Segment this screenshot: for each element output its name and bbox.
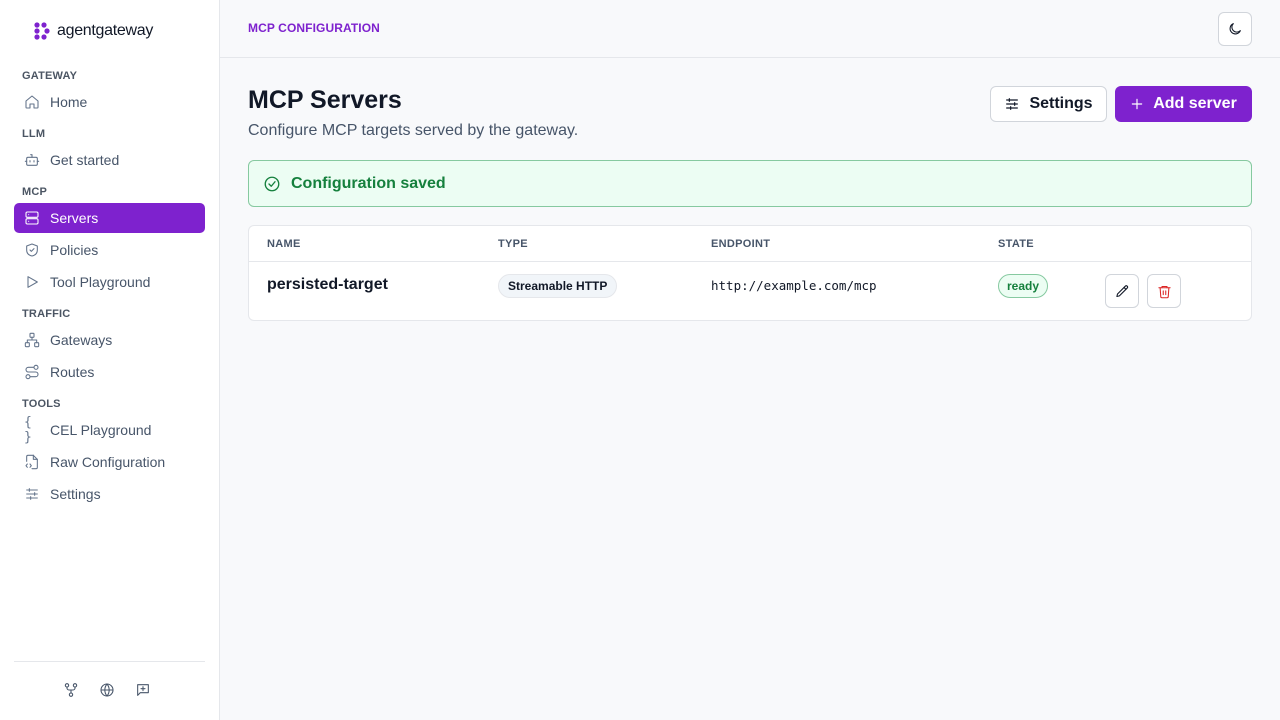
globe-icon[interactable] [98,680,116,700]
section-title-tools: TOOLS [22,398,61,410]
alert-text: Configuration saved [291,174,446,192]
settings-button-label: Settings [1029,95,1093,112]
sidebar-item-label: CEL Playground [50,422,152,438]
sidebar-item-gateways[interactable]: Gateways [14,325,205,355]
check-circle-icon [264,176,280,191]
top-bar: MCP CONFIGURATION [220,0,1280,58]
sidebar-item-label: Get started [50,152,120,168]
home-icon [24,94,40,110]
network-icon [24,332,40,348]
sidebar-item-label: Routes [50,364,95,380]
shield-check-icon [24,242,40,258]
page-title: MCP Servers [248,86,402,114]
breadcrumb: MCP CONFIGURATION [248,21,380,35]
pencil-icon [1115,284,1128,297]
table-header: NAME TYPE ENDPOINT STATE [249,226,1251,262]
column-header-endpoint: ENDPOINT [711,238,771,250]
settings-button[interactable]: Settings [990,86,1107,122]
sidebar-item-label: Tool Playground [50,274,151,290]
sidebar-item-label: Settings [50,486,101,502]
sidebar-item-cel-playground[interactable]: { } CEL Playground [14,415,205,445]
sidebar-item-policies[interactable]: Policies [14,235,205,265]
servers-table: NAME TYPE ENDPOINT STATE persisted-targe… [248,225,1252,321]
section-title-gateway: GATEWAY [22,70,78,82]
sidebar-item-tool-playground[interactable]: Tool Playground [14,267,205,297]
section-title-traffic: TRAFFIC [22,308,71,320]
file-code-icon [24,454,40,470]
column-header-type: TYPE [498,238,528,250]
bot-icon [24,152,40,168]
plus-icon [1131,98,1143,110]
endpoint-url: http://example.com/mcp [711,278,877,293]
sliders-icon [24,486,40,502]
theme-toggle-button[interactable] [1218,12,1252,46]
sidebar-item-settings[interactable]: Settings [14,479,205,509]
add-server-button[interactable]: Add server [1115,86,1252,122]
sidebar-item-label: Servers [50,210,99,226]
braces-icon: { } [24,415,32,445]
play-icon [24,274,40,290]
sidebar-item-label: Raw Configuration [50,454,166,470]
message-plus-icon[interactable] [134,680,152,700]
server-name: persisted-target [267,276,388,293]
column-header-state: STATE [998,238,1034,250]
git-fork-icon[interactable] [62,680,80,700]
sidebar-divider [14,661,205,662]
route-icon [24,364,40,380]
sidebar-item-home[interactable]: Home [14,87,205,117]
type-badge: Streamable HTTP [498,274,618,298]
sidebar-item-routes[interactable]: Routes [14,357,205,387]
logo[interactable]: agentgateway [33,21,153,41]
sidebar-item-label: Policies [50,242,99,258]
success-alert: Configuration saved [248,160,1252,207]
sliders-icon [1006,98,1019,110]
logo-text: agentgateway [57,22,154,39]
add-server-button-label: Add server [1153,95,1237,112]
server-icon [24,210,40,226]
moon-icon [1229,23,1241,35]
column-header-name: NAME [267,238,301,250]
sidebar-item-get-started[interactable]: Get started [14,145,205,175]
delete-button[interactable] [1147,274,1181,308]
sidebar-item-label: Home [50,94,88,110]
sidebar: agentgateway GATEWAY Home LLM Get starte… [0,0,220,720]
section-title-mcp: MCP [22,186,48,198]
status-badge: ready [998,274,1049,298]
sidebar-footer [62,680,152,700]
sidebar-item-raw-configuration[interactable]: Raw Configuration [14,447,205,477]
section-title-llm: LLM [22,128,46,140]
agentgateway-logo-icon [34,22,50,40]
sidebar-item-label: Gateways [50,332,113,348]
edit-button[interactable] [1105,274,1139,308]
page-subtitle: Configure MCP targets served by the gate… [248,122,579,139]
sidebar-item-servers[interactable]: Servers [14,203,205,233]
trash-icon [1157,285,1171,298]
